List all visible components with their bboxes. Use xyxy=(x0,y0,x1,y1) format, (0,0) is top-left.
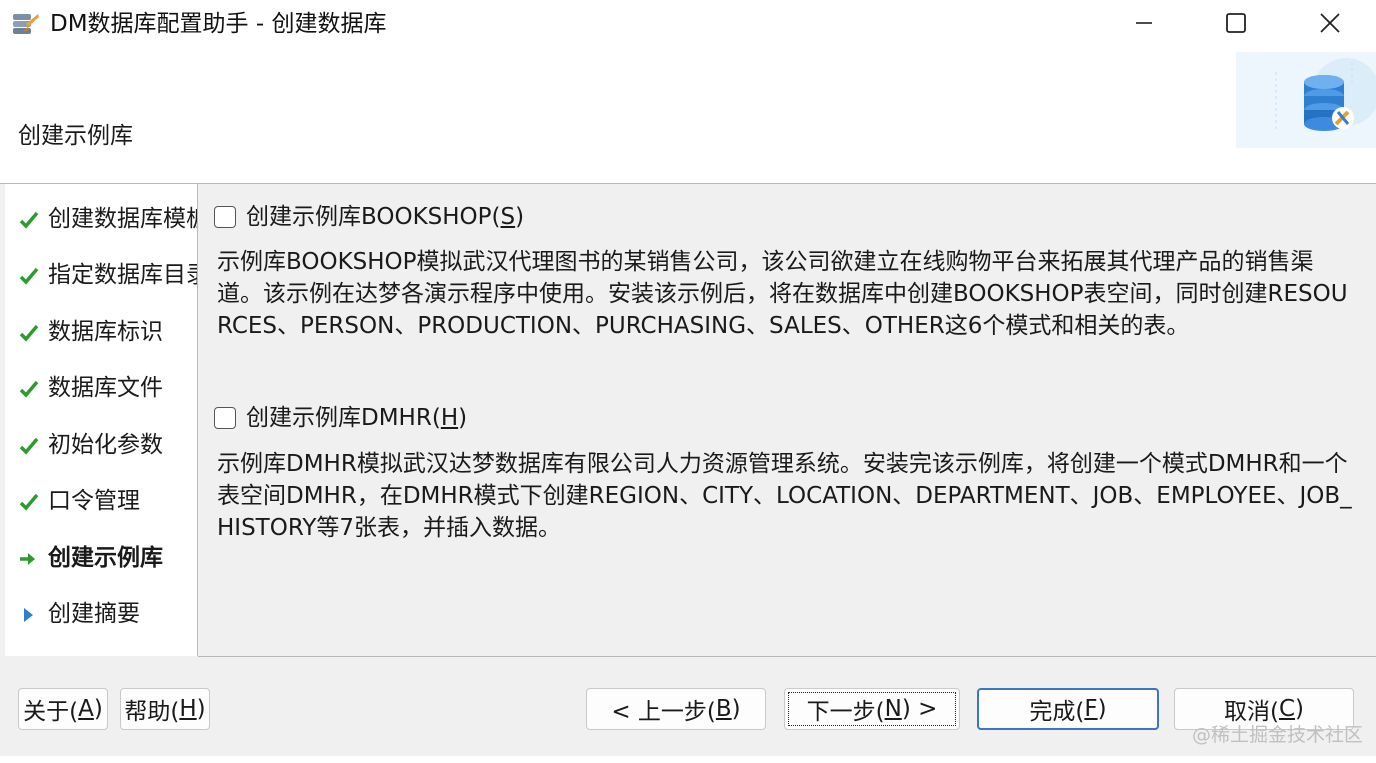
close-icon xyxy=(1320,13,1340,33)
bookshop-checkbox-label[interactable]: 创建示例库BOOKSHOP(S) xyxy=(246,202,524,232)
step-creation-summary: 创建摘要 xyxy=(5,594,197,634)
title-bar: DM数据库配置助手 - 创建数据库 xyxy=(0,0,1376,48)
dmhr-checkbox-row[interactable]: 创建示例库DMHR(H) xyxy=(214,403,467,433)
step-database-directory: 指定数据库目录 xyxy=(5,255,198,295)
arrow-right-icon xyxy=(20,553,35,565)
maximize-icon xyxy=(1226,13,1246,33)
minimize-button[interactable] xyxy=(1098,0,1190,46)
step-label: 创建示例库 xyxy=(48,545,163,571)
bottom-strip xyxy=(0,756,1376,763)
next-button[interactable]: 下一步(N) > xyxy=(784,688,960,730)
step-create-template: 创建数据库模板 xyxy=(5,199,198,239)
back-button[interactable]: < 上一步(B) xyxy=(586,688,766,730)
check-icon xyxy=(19,493,39,511)
close-button[interactable] xyxy=(1284,0,1376,46)
dmhr-description: 示例库DMHR模拟武汉达梦数据库有限公司人力资源管理系统。安装完该示例库，将创建… xyxy=(217,451,1352,541)
step-label: 创建数据库模板 xyxy=(48,206,198,232)
check-icon xyxy=(19,324,39,342)
dmhr-checkbox[interactable] xyxy=(214,407,236,429)
bookshop-checkbox[interactable] xyxy=(214,206,236,228)
check-icon xyxy=(19,437,39,455)
maximize-button[interactable] xyxy=(1190,0,1282,46)
step-label: 初始化参数 xyxy=(48,432,163,458)
wizard-steps-sidebar: 创建数据库模板 指定数据库目录 数据库标识 数据库文件 初始化参数 口令管理 创… xyxy=(5,184,198,656)
triangle-right-icon xyxy=(24,608,33,622)
step-database-files: 数据库文件 xyxy=(5,368,197,408)
dm-database-app-icon xyxy=(13,14,39,34)
check-icon xyxy=(19,380,39,398)
window-title: DM数据库配置助手 - 创建数据库 xyxy=(50,11,387,37)
step-create-sample-db: 创建示例库 xyxy=(5,538,197,578)
about-button[interactable]: 关于(A) xyxy=(18,688,108,730)
step-label: 创建摘要 xyxy=(48,601,140,627)
page-title: 创建示例库 xyxy=(18,123,133,149)
check-icon xyxy=(19,211,39,229)
step-password-management: 口令管理 xyxy=(5,481,197,521)
minimize-icon xyxy=(1136,22,1152,24)
check-icon xyxy=(19,267,39,285)
bookshop-description: 示例库BOOKSHOP模拟武汉代理图书的某销售公司，该公司欲建立在线购物平台来拓… xyxy=(217,249,1348,339)
step-label: 指定数据库目录 xyxy=(48,262,198,288)
wizard-header: 创建示例库 xyxy=(0,48,1376,184)
step-label: 数据库文件 xyxy=(48,375,163,401)
dmhr-checkbox-label[interactable]: 创建示例库DMHR(H) xyxy=(246,403,467,433)
sample-db-panel: 创建示例库BOOKSHOP(S) 示例库BOOKSHOP模拟武汉代理图书的某销售… xyxy=(198,184,1376,657)
watermark: @稀土掘金技术社区 xyxy=(1192,724,1364,746)
bookshop-checkbox-row[interactable]: 创建示例库BOOKSHOP(S) xyxy=(214,202,524,232)
step-database-identity: 数据库标识 xyxy=(5,312,197,352)
help-button[interactable]: 帮助(H) xyxy=(120,688,210,730)
step-label: 口令管理 xyxy=(48,488,140,514)
step-label: 数据库标识 xyxy=(48,319,163,345)
dm-config-assistant-window: DM数据库配置助手 - 创建数据库 创建示例库 创建数据库模板 指定数据库目录 … xyxy=(0,0,1376,763)
step-init-parameters: 初始化参数 xyxy=(5,425,197,465)
finish-button[interactable]: 完成(F) xyxy=(977,688,1159,730)
database-settings-icon xyxy=(1236,52,1376,148)
